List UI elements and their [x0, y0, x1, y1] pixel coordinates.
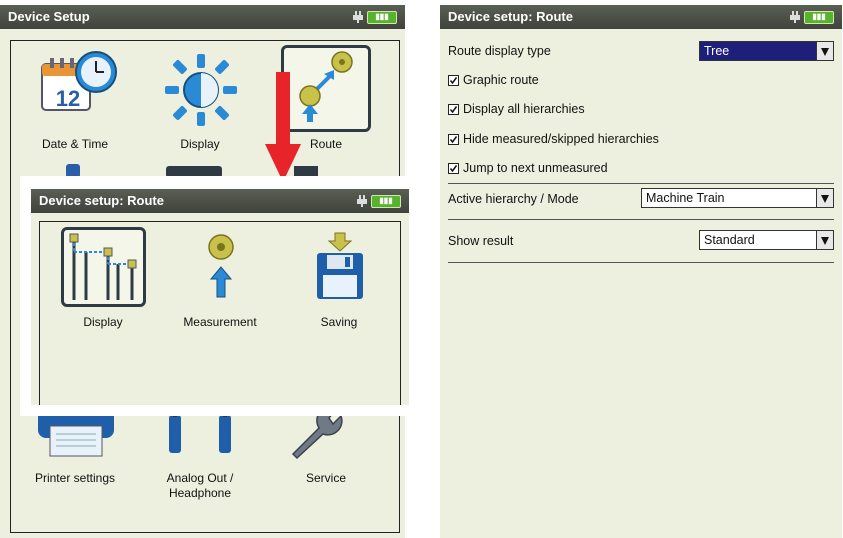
chevron-down-icon[interactable]: [816, 231, 833, 249]
checkbox-icon[interactable]: [448, 103, 459, 115]
checkbox-icon[interactable]: [448, 162, 459, 174]
chevron-down-icon[interactable]: [816, 42, 833, 60]
analog-out-label-1: Analog Out /: [166, 471, 234, 485]
show-result-label: Show result: [448, 234, 514, 248]
floppy-save-icon[interactable]: [315, 231, 365, 301]
separator: [448, 262, 834, 263]
checkbox-icon[interactable]: [448, 74, 459, 86]
checkbox-icon[interactable]: [448, 133, 459, 145]
route-display-type-dropdown[interactable]: Tree: [699, 41, 834, 61]
battery-icon: ▮▮▮: [371, 194, 401, 208]
route-display-type-label: Route display type: [448, 44, 551, 58]
overlay-title: Device setup: Route: [39, 193, 164, 208]
right-title: Device setup: Route: [448, 9, 573, 24]
hierarchy-display-icon: [69, 233, 137, 300]
active-hierarchy-dropdown[interactable]: Machine Train: [641, 188, 834, 208]
brightness-icon[interactable]: [163, 52, 239, 128]
right-window: Device setup: Route ▮▮▮ Route display ty…: [440, 5, 842, 538]
battery-icon: ▮▮▮: [367, 10, 397, 24]
overlay-status-indicators: ▮▮▮: [357, 194, 401, 208]
left-title: Device Setup: [8, 9, 90, 24]
overlay-titlebar: Device setup: Route ▮▮▮: [31, 189, 409, 213]
measurement-icon[interactable]: [204, 233, 238, 299]
separator: [448, 183, 834, 184]
left-titlebar: Device Setup ▮▮▮: [0, 5, 405, 29]
battery-icon: ▮▮▮: [804, 10, 834, 24]
overlay-display-tile[interactable]: [61, 227, 146, 307]
printer-settings-label: Printer settings: [34, 471, 116, 485]
chevron-down-icon[interactable]: [816, 189, 833, 207]
calendar-day: 12: [55, 86, 81, 111]
plug-icon: [353, 11, 363, 23]
active-hierarchy-label: Active hierarchy / Mode: [448, 192, 579, 206]
show-result-value: Standard: [704, 233, 755, 247]
overlay-measurement-label: Measurement: [183, 315, 257, 329]
right-status-indicators: ▮▮▮: [790, 10, 834, 24]
jump-to-next-checkbox[interactable]: Jump to next unmeasured: [448, 161, 608, 175]
status-indicators: ▮▮▮: [353, 10, 397, 24]
separator: [448, 219, 834, 220]
overlay-display-label: Display: [83, 315, 123, 329]
jump-to-next-label: Jump to next unmeasured: [463, 161, 608, 175]
hide-measured-checkbox[interactable]: Hide measured/skipped hierarchies: [448, 132, 659, 146]
hide-measured-label: Hide measured/skipped hierarchies: [463, 132, 659, 146]
service-label: Service: [305, 471, 346, 485]
plug-icon: [357, 195, 367, 207]
route-display-type-value: Tree: [704, 44, 730, 58]
display-all-hierarchies-checkbox[interactable]: Display all hierarchies: [448, 102, 585, 116]
overlay-window: Device setup: Route ▮▮▮ Display Measurem…: [31, 189, 409, 405]
date-time-label: Date & Time: [41, 137, 109, 151]
display-all-hierarchies-label: Display all hierarchies: [463, 102, 585, 116]
show-result-dropdown[interactable]: Standard: [699, 230, 834, 250]
graphic-route-checkbox[interactable]: Graphic route: [448, 73, 539, 87]
active-hierarchy-value: Machine Train: [646, 191, 725, 205]
analog-out-label-2: Headphone: [168, 486, 232, 500]
right-titlebar: Device setup: Route ▮▮▮: [440, 5, 842, 29]
plug-icon: [790, 11, 800, 23]
overlay-saving-label: Saving: [320, 315, 358, 329]
display-label: Display: [180, 137, 220, 151]
graphic-route-label: Graphic route: [463, 73, 539, 87]
